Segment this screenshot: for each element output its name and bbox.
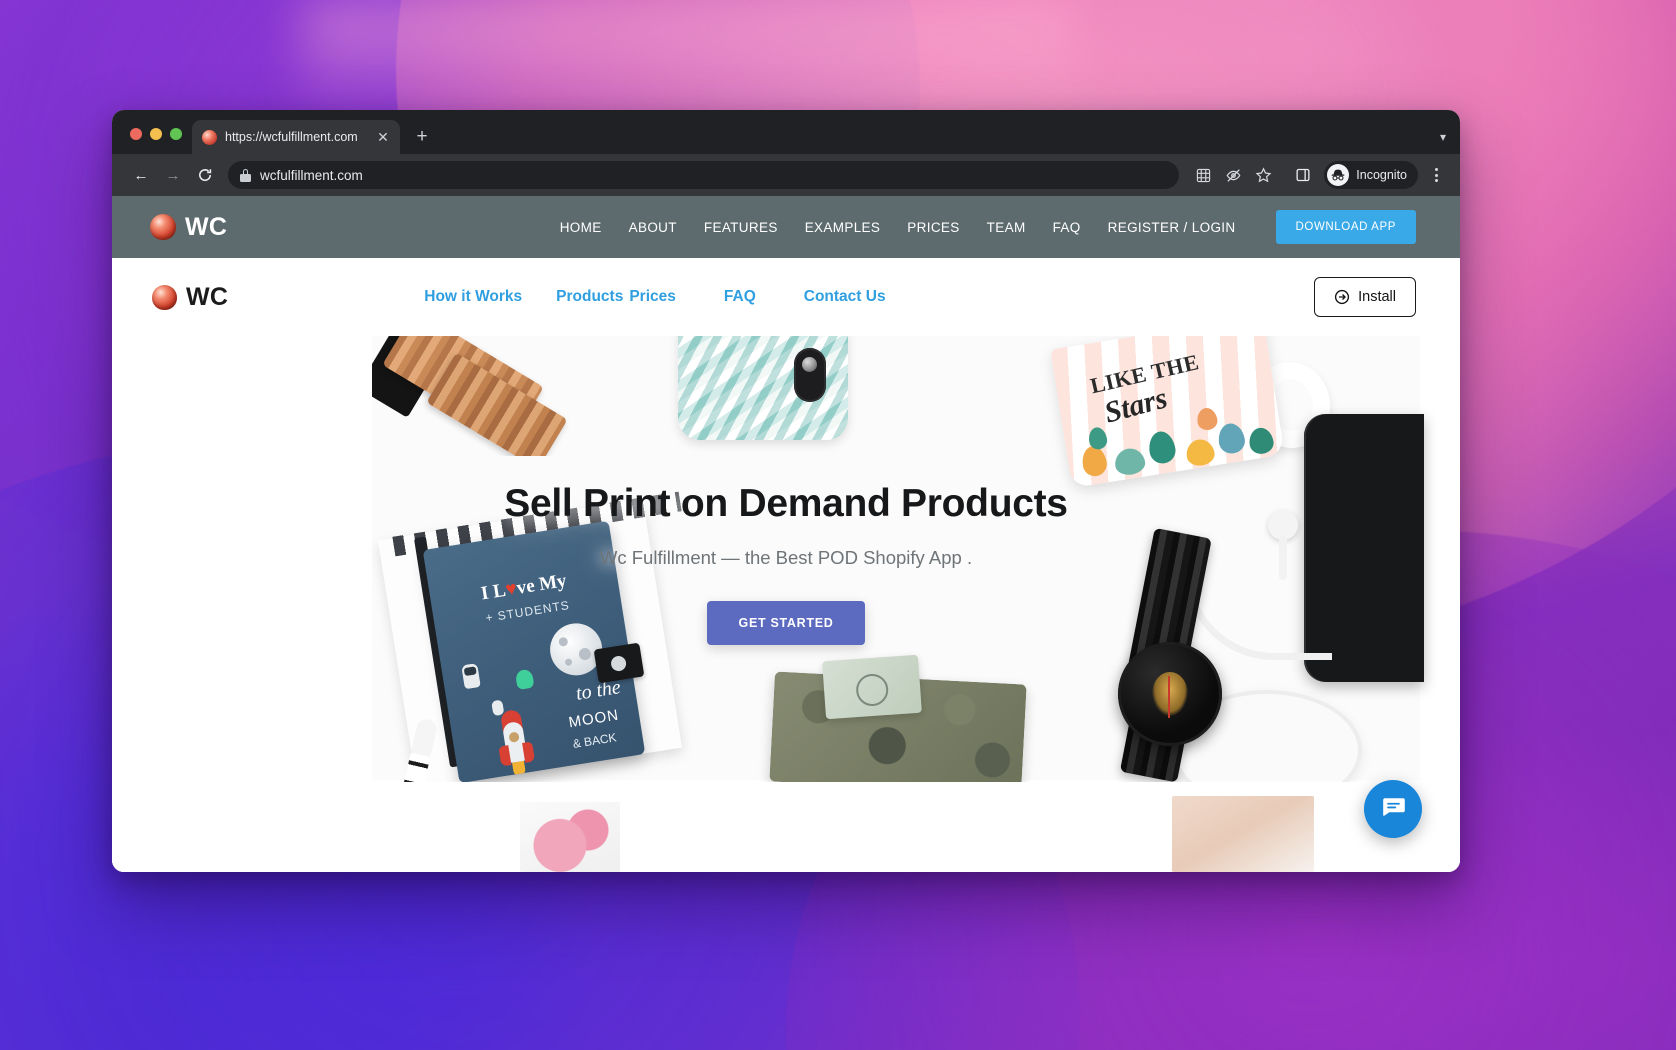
eye-slash-icon[interactable] <box>1219 161 1247 189</box>
browser-toolbar: ← → wcfulfillment.com Incognito <box>112 154 1460 196</box>
tab-title: https://wcfulfillment.com <box>225 130 358 144</box>
qr-code-icon[interactable] <box>1189 161 1217 189</box>
star-bookmark-icon[interactable] <box>1249 161 1277 189</box>
product-thumbnail-flowers <box>520 802 620 872</box>
nav-link-about[interactable]: ABOUT <box>629 220 677 235</box>
nav-link-faq[interactable]: FAQ <box>1053 220 1081 235</box>
notebook-line5: & BACK <box>571 730 618 751</box>
site-brand-sub[interactable]: WC <box>152 283 228 312</box>
product-floral-mug: LIKE THE Stars <box>1048 336 1348 488</box>
browser-tab[interactable]: https://wcfulfillment.com ✕ <box>192 120 400 154</box>
browser-tab-strip: https://wcfulfillment.com ✕ + ▾ <box>112 110 1460 154</box>
product-camo-wallet <box>769 654 1027 795</box>
subnav-link-prices[interactable]: Prices <box>629 288 676 306</box>
wc-orb-icon <box>150 214 176 240</box>
hero-text-block: Sell Print on Demand Products Wc Fulfill… <box>112 482 1460 645</box>
download-app-button[interactable]: DOWNLOAD APP <box>1275 210 1416 244</box>
chevron-down-icon[interactable]: ▾ <box>1440 130 1446 144</box>
brand-name: WC <box>185 212 228 241</box>
subnav-link-how-it-works[interactable]: How it Works <box>424 288 522 306</box>
maximize-window-button[interactable] <box>170 128 182 140</box>
lock-icon <box>240 168 251 182</box>
nav-link-team[interactable]: TEAM <box>987 220 1026 235</box>
close-window-button[interactable] <box>130 128 142 140</box>
arrow-left-icon[interactable]: ← <box>126 160 156 190</box>
intercom-chat-icon <box>1380 793 1407 825</box>
minimize-window-button[interactable] <box>150 128 162 140</box>
nav-link-features[interactable]: FEATURES <box>704 220 778 235</box>
product-thumbnail-hand <box>1172 796 1314 872</box>
notebook-line4: MOON <box>567 706 621 732</box>
subnav-link-contact-us[interactable]: Contact Us <box>804 288 886 306</box>
install-button-label: Install <box>1358 289 1396 305</box>
wc-orb-icon <box>152 284 177 310</box>
close-icon[interactable]: ✕ <box>374 128 392 146</box>
nav-link-examples[interactable]: EXAMPLES <box>805 220 881 235</box>
subnav-link-products[interactable]: Products <box>556 288 623 306</box>
window-traffic-lights <box>112 128 192 154</box>
tabstrip-right-controls: ▾ <box>1440 130 1460 154</box>
product-rose-gold-watch <box>372 336 580 456</box>
hero-headline: Sell Print on Demand Products <box>504 482 1068 525</box>
url-text: wcfulfillment.com <box>260 167 363 183</box>
top-nav-links: HOME ABOUT FEATURES EXAMPLES PRICES TEAM… <box>560 210 1416 244</box>
profile-label: Incognito <box>1356 168 1407 182</box>
plus-icon[interactable]: + <box>408 122 436 150</box>
toolbar-icon-group <box>1189 161 1277 189</box>
wallpaper-highlight <box>301 0 1073 120</box>
subnav-link-faq[interactable]: FAQ <box>724 288 756 306</box>
install-button[interactable]: Install <box>1314 277 1416 317</box>
nav-link-register-login[interactable]: REGISTER / LOGIN <box>1108 220 1236 235</box>
hero-subheadline: Wc Fulfillment — the Best POD Shopify Ap… <box>599 547 973 568</box>
arrow-right-icon[interactable]: → <box>158 160 188 190</box>
incognito-hat-icon <box>1327 164 1350 186</box>
wc-orb-icon <box>202 129 217 145</box>
site-sub-navigation: WC How it Works Products Prices FAQ Cont… <box>112 258 1460 336</box>
nav-link-prices[interactable]: PRICES <box>907 220 959 235</box>
browser-window: https://wcfulfillment.com ✕ + ▾ ← → wcfu… <box>112 110 1460 872</box>
reload-icon[interactable] <box>190 160 220 190</box>
product-chevron-phone-case <box>678 336 848 440</box>
kebab-menu-icon[interactable] <box>1424 168 1448 182</box>
address-bar[interactable]: wcfulfillment.com <box>228 161 1180 189</box>
sub-nav-links: How it Works Products Prices FAQ Contact… <box>424 288 885 306</box>
web-page-viewport: WC HOME ABOUT FEATURES EXAMPLES PRICES T… <box>112 196 1460 872</box>
nav-link-home[interactable]: HOME <box>560 220 602 235</box>
site-brand-top[interactable]: WC <box>150 213 227 242</box>
install-arrow-icon <box>1334 289 1350 305</box>
profile-incognito-pill[interactable]: Incognito <box>1324 161 1418 189</box>
side-panel-icon[interactable] <box>1289 161 1317 189</box>
site-top-navigation: WC HOME ABOUT FEATURES EXAMPLES PRICES T… <box>112 196 1460 258</box>
hero-section: LIKE THE Stars I L♥ve My + STUDENTS to t… <box>112 336 1460 872</box>
get-started-button[interactable]: GET STARTED <box>706 601 866 645</box>
intercom-chat-button[interactable] <box>1364 780 1422 838</box>
brand-name-sub: WC <box>186 282 229 311</box>
below-fold-strip <box>112 782 1460 872</box>
